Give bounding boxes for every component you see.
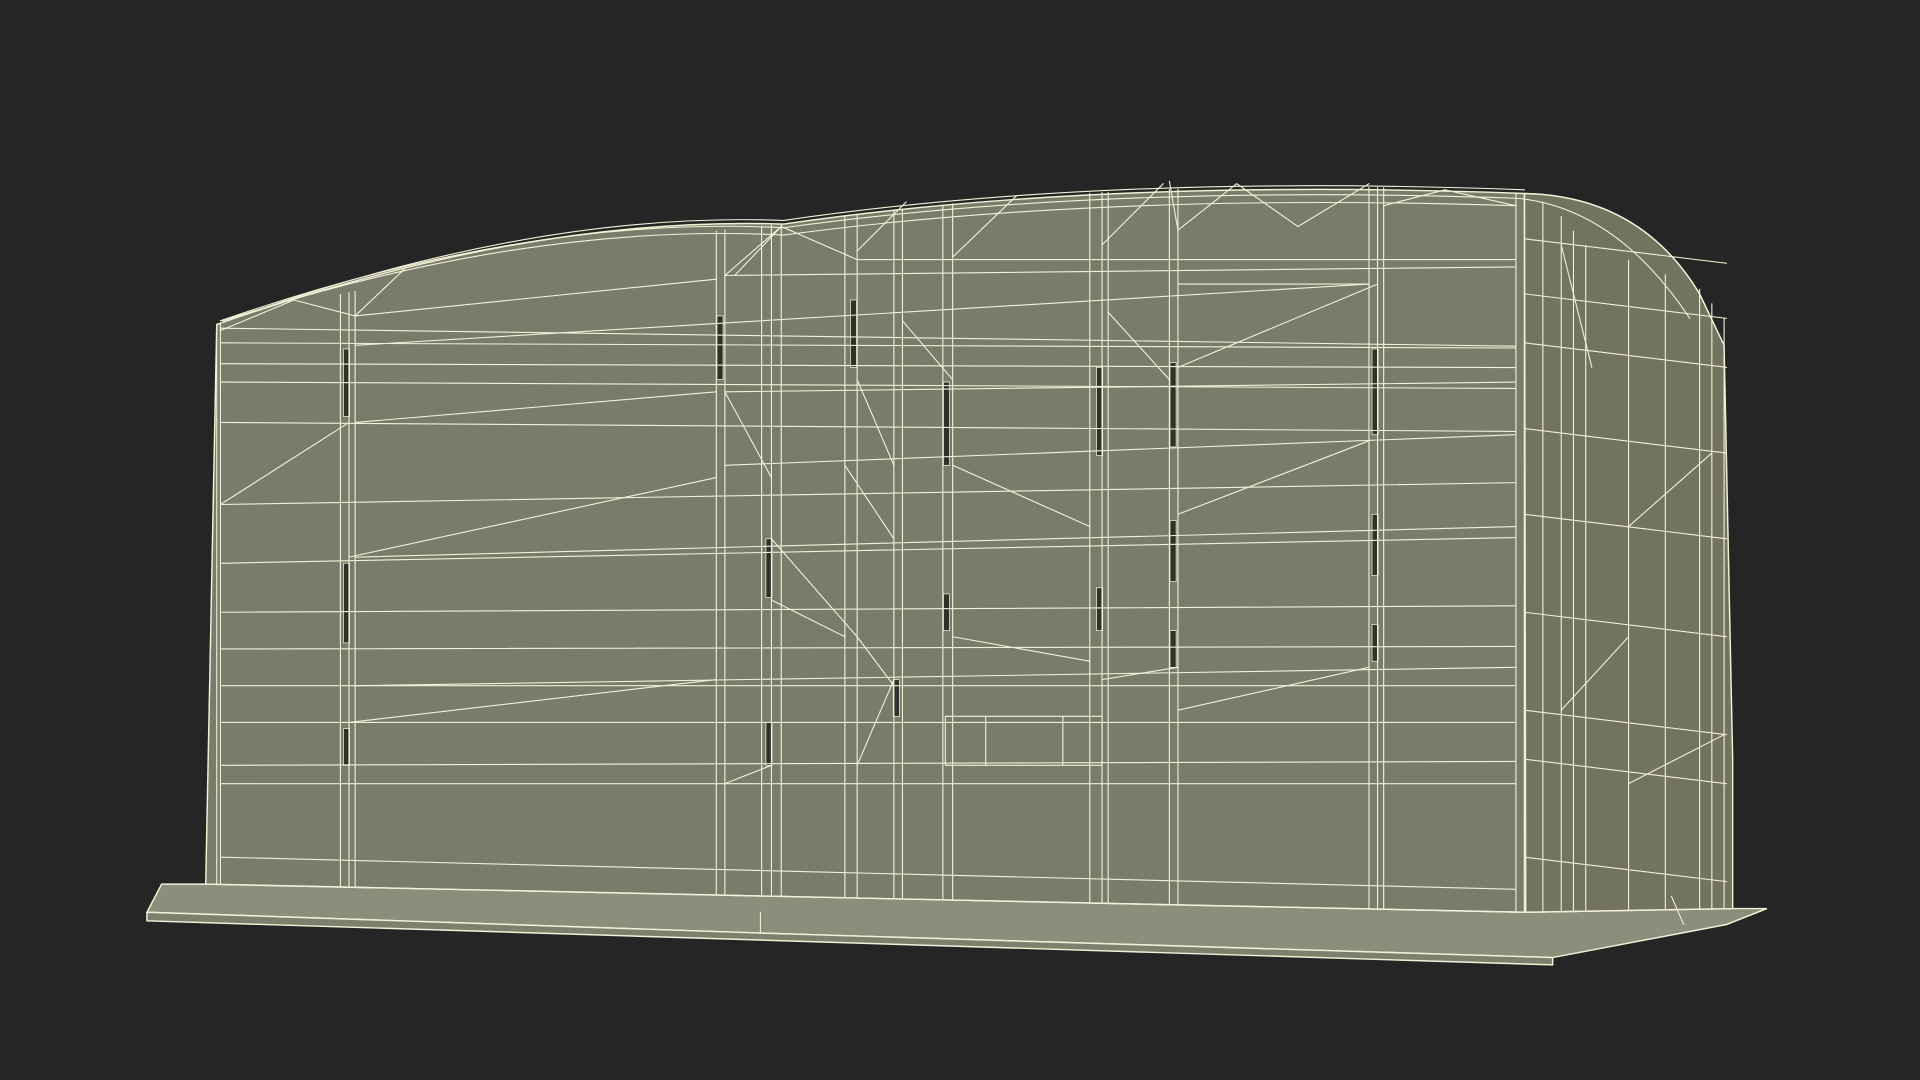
render-viewport: [0, 0, 1920, 1080]
window-slot: [850, 299, 857, 368]
window-slot: [943, 593, 950, 631]
window-slot: [716, 315, 724, 380]
window-slot: [1169, 520, 1177, 582]
wireframe-model: [0, 0, 1920, 1080]
window-slot: [1169, 362, 1177, 448]
window-slot: [943, 381, 950, 466]
model-body: [145, 188, 1768, 966]
window-slot: [1169, 630, 1177, 668]
